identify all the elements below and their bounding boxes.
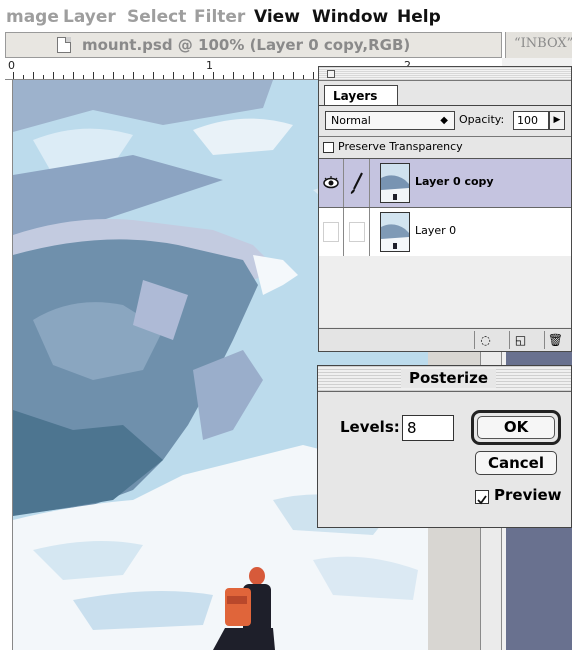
ruler-tick: [233, 72, 234, 79]
ruler-label-1: 1: [206, 59, 213, 72]
menu-layer[interactable]: Layer: [63, 7, 116, 27]
ruler-label-0: 0: [8, 59, 15, 72]
preserve-transparency-label: Preserve Transparency: [338, 140, 463, 153]
menu-help[interactable]: Help: [397, 7, 441, 27]
ruler-tick: [73, 72, 74, 79]
blend-mode-value: Normal: [331, 114, 371, 127]
ruler-tick: [123, 75, 124, 79]
ruler-tick: [83, 75, 84, 79]
ruler-tick: [23, 75, 24, 79]
ruler-tick: [163, 75, 164, 79]
ruler-tick: [173, 72, 174, 79]
ruler-tick: [113, 72, 114, 79]
ruler-tick: [153, 72, 154, 79]
menu-select[interactable]: Select: [127, 7, 186, 27]
menu-filter[interactable]: Filter: [194, 7, 245, 27]
layer-row-layer-0[interactable]: Layer 0: [319, 208, 571, 256]
layers-palette: Layers Normal ◆ Opacity: 100 ▶ Preserve …: [318, 66, 572, 352]
vertical-ruler: [5, 80, 13, 650]
blend-mode-select[interactable]: Normal ◆: [325, 111, 455, 130]
document-icon: [57, 37, 71, 53]
ruler-tick: [63, 75, 64, 79]
trash-icon[interactable]: 🗑: [544, 331, 566, 349]
ruler-tick: [263, 75, 264, 79]
close-box-icon[interactable]: [327, 70, 335, 78]
up-down-arrow-icon: ◆: [440, 115, 448, 126]
preview-label: Preview: [494, 486, 562, 504]
levels-label: Levels:: [340, 418, 400, 436]
ruler-tick: [183, 75, 184, 79]
visibility-toggle[interactable]: [319, 159, 344, 207]
ruler-tick: [43, 75, 44, 79]
ruler-tick: [103, 75, 104, 79]
ruler-tick: [273, 72, 274, 79]
opacity-input[interactable]: 100: [513, 111, 549, 130]
layer-mask-icon[interactable]: ◌: [474, 331, 496, 349]
layer-name: Layer 0 copy: [415, 175, 494, 188]
preview-checkbox[interactable]: [475, 490, 489, 505]
cancel-button[interactable]: Cancel: [475, 451, 557, 475]
hidden-eye-box-icon: [323, 222, 339, 242]
ruler-tick: [133, 72, 134, 79]
ruler-tick: [213, 72, 214, 79]
inbox-window-title[interactable]: “INBOX”: [505, 32, 572, 58]
menu-image[interactable]: mage: [6, 7, 59, 27]
empty-brush-box-icon: [349, 222, 365, 242]
ok-button-label: OK: [477, 416, 555, 439]
ruler-tick: [53, 72, 54, 79]
dialog-title: Posterize: [401, 369, 497, 388]
ruler-tick: [13, 72, 14, 79]
layer-row-layer-0-copy[interactable]: Layer 0 copy: [319, 159, 571, 207]
paintbrush-icon: [350, 172, 363, 194]
menu-view[interactable]: View: [254, 7, 300, 27]
posterize-dialog: Posterize Levels: 8 OK Cancel Preview: [317, 365, 572, 528]
palette-button-bar: ◌ ◱ 🗑: [319, 328, 571, 351]
eye-icon: [323, 176, 339, 189]
tab-divider: [319, 105, 571, 106]
new-layer-icon[interactable]: ◱: [509, 331, 531, 349]
ruler-tick: [313, 72, 314, 79]
ruler-tick: [303, 75, 304, 79]
levels-input[interactable]: 8: [402, 415, 454, 441]
layer-name: Layer 0: [415, 224, 457, 237]
ruler-tick: [93, 72, 94, 79]
menu-bar: mage Layer Select Filter View Window Hel…: [0, 0, 572, 32]
edit-toggle[interactable]: [345, 208, 370, 256]
opacity-label: Opacity:: [459, 113, 505, 126]
ruler-tick: [243, 75, 244, 79]
ruler-tick: [253, 72, 254, 79]
menu-window[interactable]: Window: [312, 7, 388, 27]
ruler-tick: [203, 75, 204, 79]
preserve-transparency-checkbox[interactable]: [323, 142, 334, 153]
dialog-titlebar[interactable]: Posterize: [318, 366, 571, 392]
document-titlebar[interactable]: mount.psd @ 100% (Layer 0 copy,RGB): [5, 32, 502, 58]
document-title: mount.psd @ 100% (Layer 0 copy,RGB): [82, 36, 411, 54]
checkmark-icon: [477, 495, 487, 505]
divider: [319, 136, 571, 137]
layer-thumbnail: [380, 163, 410, 203]
ok-button[interactable]: OK: [471, 410, 561, 445]
ruler-tick: [143, 75, 144, 79]
visibility-toggle[interactable]: [319, 208, 344, 256]
edit-toggle[interactable]: [345, 159, 370, 207]
ruler-tick: [293, 72, 294, 79]
ruler-tick: [33, 72, 34, 79]
layers-list-empty-area: [319, 256, 571, 327]
ruler-tick: [193, 72, 194, 79]
layer-thumbnail: [380, 212, 410, 252]
palette-titlebar[interactable]: [319, 67, 571, 81]
ruler-tick: [223, 75, 224, 79]
tab-layers[interactable]: Layers: [324, 85, 399, 105]
opacity-slider-arrow-icon[interactable]: ▶: [549, 111, 565, 130]
ruler-tick: [283, 75, 284, 79]
